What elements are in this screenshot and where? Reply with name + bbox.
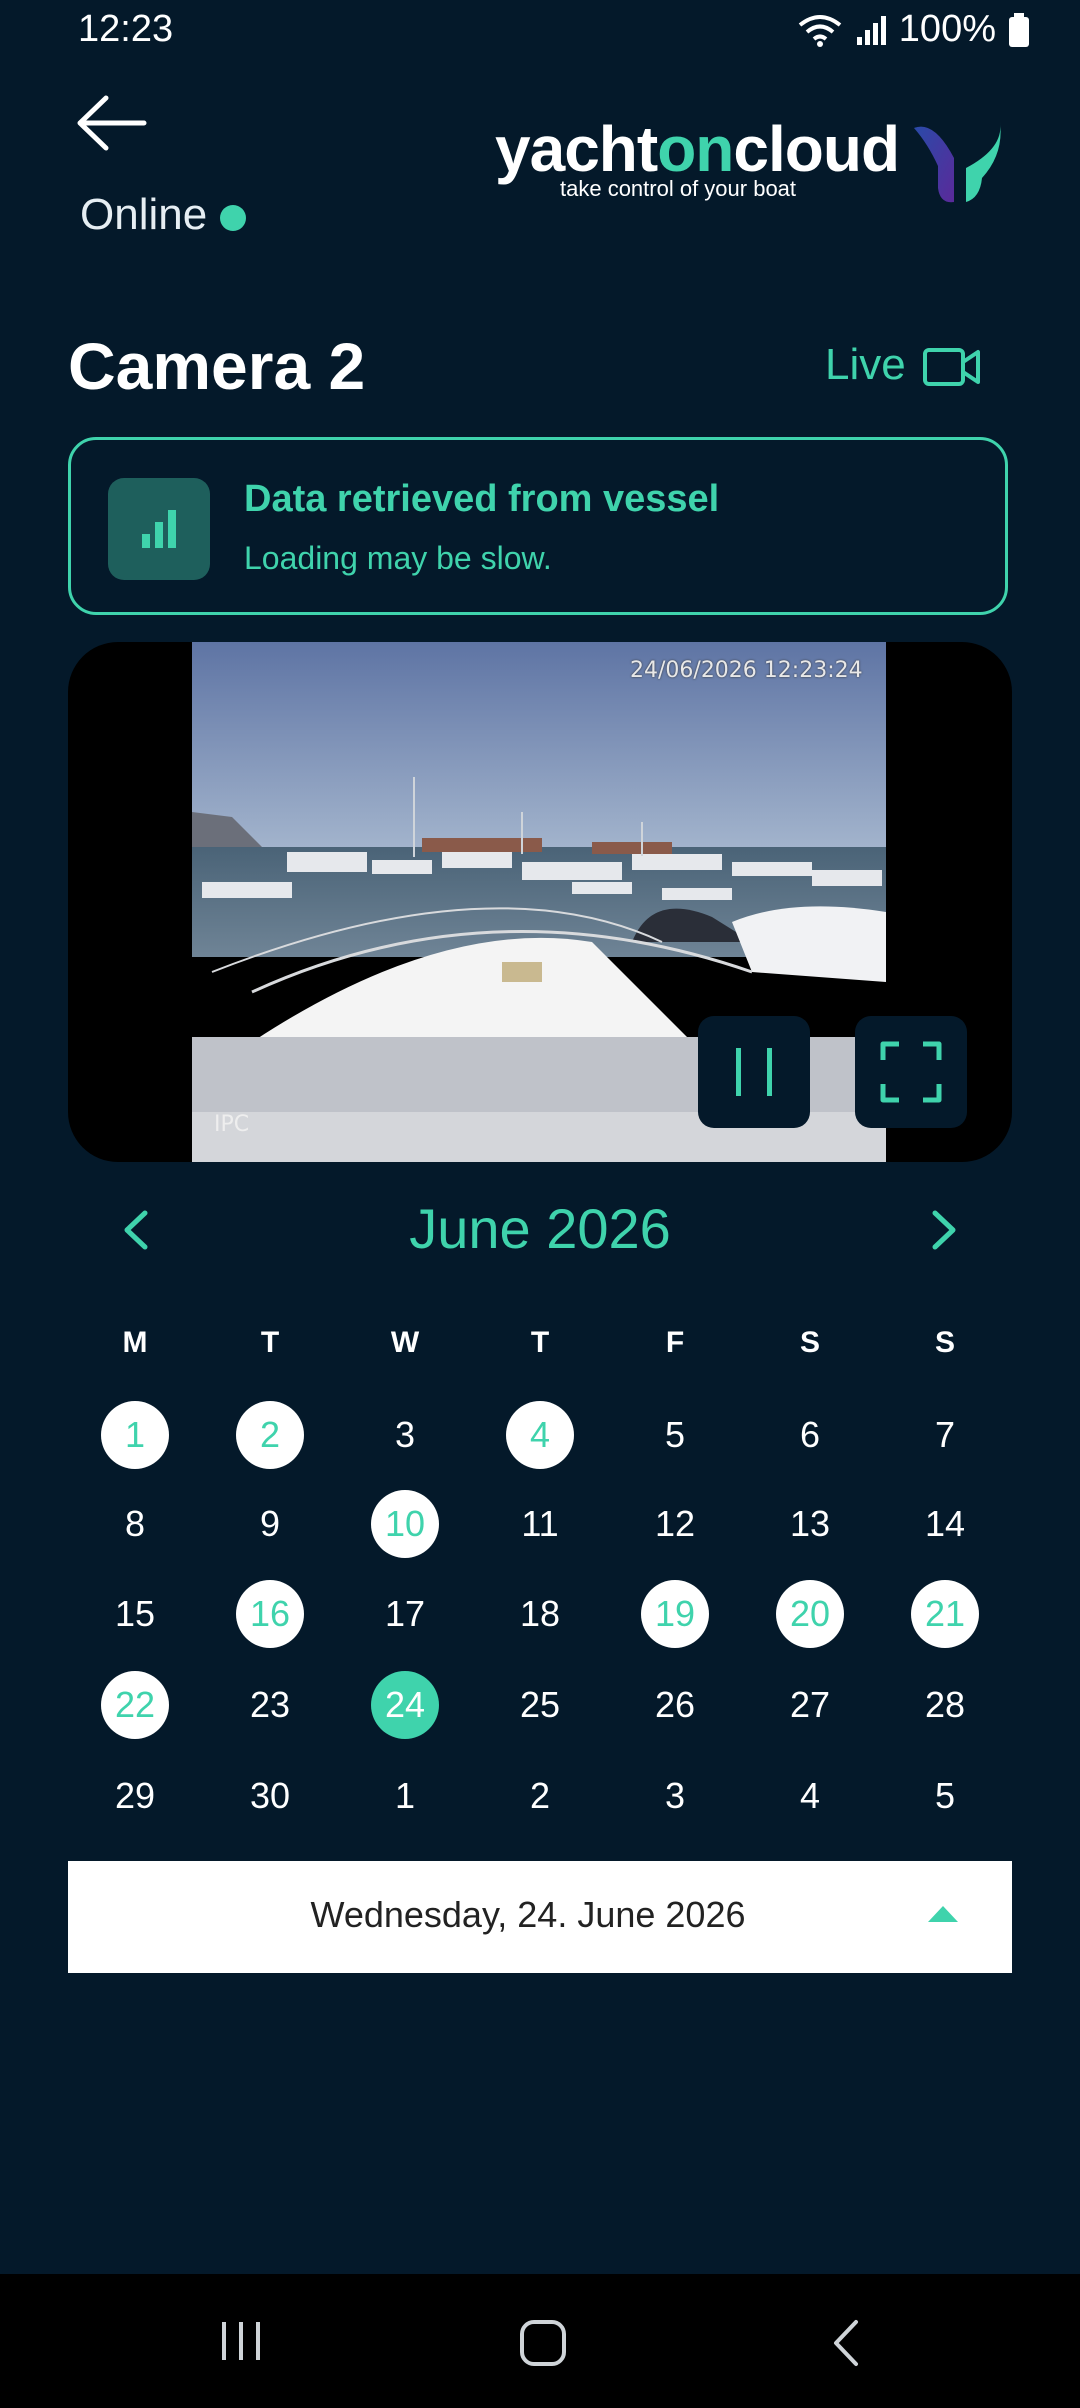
weekday-label: T	[260, 1326, 280, 1359]
live-button-label[interactable]: Live	[825, 340, 906, 390]
back-nav-icon[interactable]	[828, 2318, 864, 2368]
calendar-day[interactable]: 21	[911, 1580, 979, 1648]
calendar-day[interactable]: 1	[101, 1401, 169, 1469]
logo-wordmark: yachtoncloud	[495, 113, 900, 185]
system-nav-bar	[0, 2274, 1080, 2408]
signal-bars-icon	[108, 478, 210, 580]
calendar-day[interactable]: 20	[776, 1580, 844, 1648]
cell-signal-icon	[856, 15, 886, 45]
calendar-day[interactable]: 5	[911, 1762, 979, 1830]
battery-icon	[1009, 12, 1029, 47]
online-label: Online	[80, 190, 208, 239]
wifi-icon	[798, 14, 842, 47]
status-time: 12:23	[78, 8, 174, 50]
notice-title: Data retrieved from vessel	[244, 478, 720, 520]
calendar-day[interactable]: 19	[641, 1580, 709, 1648]
recent-apps-icon[interactable]	[218, 2318, 264, 2364]
notice-subtitle: Loading may be slow.	[244, 540, 552, 576]
calendar-day[interactable]: 25	[506, 1671, 574, 1739]
calendar-day[interactable]: 28	[911, 1671, 979, 1739]
calendar-day[interactable]: 9	[236, 1490, 304, 1558]
calendar-day[interactable]: 11	[506, 1490, 574, 1558]
calendar-day[interactable]: 29	[101, 1762, 169, 1830]
fullscreen-button[interactable]	[855, 1016, 967, 1128]
calendar-day[interactable]: 2	[236, 1401, 304, 1469]
back-button[interactable]	[72, 88, 152, 158]
prev-month-button[interactable]	[115, 1205, 155, 1255]
weekday-label: S	[934, 1326, 955, 1359]
calendar-day[interactable]: 17	[371, 1580, 439, 1648]
calendar-day[interactable]: 14	[911, 1490, 979, 1558]
calendar-day[interactable]: 2	[506, 1762, 574, 1830]
calendar-day[interactable]: 7	[911, 1401, 979, 1469]
calendar-day-selected[interactable]: 24	[371, 1671, 439, 1739]
calendar-day[interactable]: 10	[371, 1490, 439, 1558]
calendar-day[interactable]: 5	[641, 1401, 709, 1469]
weekday-label: T	[530, 1326, 550, 1359]
online-status-dot	[220, 205, 246, 231]
calendar-day[interactable]: 16	[236, 1580, 304, 1648]
month-label: June 2026	[409, 1197, 671, 1260]
video-camera-icon[interactable]	[922, 344, 982, 390]
pause-icon	[736, 1048, 772, 1096]
selected-date-text: Wednesday, 24. June 2026	[310, 1894, 746, 1935]
calendar-day[interactable]: 26	[641, 1671, 709, 1739]
calendar-day[interactable]: 4	[776, 1762, 844, 1830]
status-bar: 12:23 100%	[0, 0, 1080, 64]
calendar-day[interactable]: 8	[101, 1490, 169, 1558]
calendar-day[interactable]: 27	[776, 1671, 844, 1739]
calendar-day[interactable]: 23	[236, 1671, 304, 1739]
calendar-day[interactable]: 3	[371, 1401, 439, 1469]
calendar-day[interactable]: 3	[641, 1762, 709, 1830]
calendar-day[interactable]: 1	[371, 1762, 439, 1830]
calendar-day[interactable]: 22	[101, 1671, 169, 1739]
calendar-day[interactable]: 30	[236, 1762, 304, 1830]
weekday-label: S	[799, 1326, 820, 1359]
calendar-day[interactable]: 12	[641, 1490, 709, 1558]
logo-tagline: take control of your boat	[560, 176, 797, 201]
home-icon[interactable]	[518, 2318, 568, 2368]
calendar-day[interactable]: 6	[776, 1401, 844, 1469]
battery-percent: 100%	[898, 8, 996, 50]
weekday-label: W	[390, 1326, 420, 1359]
calendar-day[interactable]: 18	[506, 1580, 574, 1648]
status-indicators: 100%	[797, 8, 1030, 51]
pause-button[interactable]	[698, 1016, 810, 1128]
logo-mark-icon	[914, 122, 1001, 203]
video-watermark: IPC	[214, 1112, 250, 1137]
video-timestamp: 24/06/2026 12:23:24	[630, 658, 863, 683]
calendar-day[interactable]: 4	[506, 1401, 574, 1469]
fullscreen-icon	[880, 1041, 942, 1103]
caret-up-icon[interactable]	[928, 1906, 958, 1922]
camera-title: Camera 2	[68, 329, 366, 403]
calendar-day[interactable]: 13	[776, 1490, 844, 1558]
weekday-label: M	[122, 1326, 148, 1359]
calendar-day[interactable]: 15	[101, 1580, 169, 1648]
next-month-button[interactable]	[925, 1205, 965, 1255]
weekday-label: F	[665, 1326, 685, 1359]
